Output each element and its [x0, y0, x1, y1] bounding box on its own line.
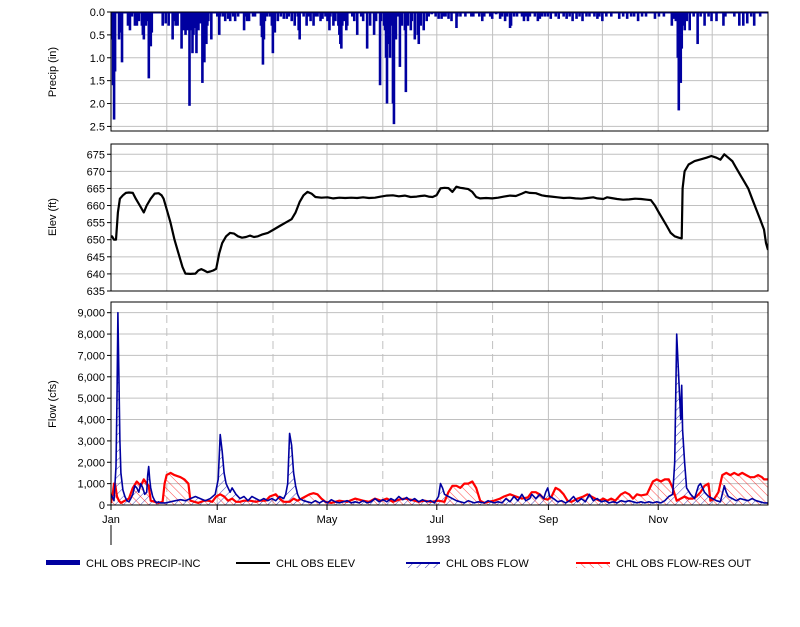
- legend-label: CHL OBS FLOW-RES OUT: [616, 558, 751, 570]
- precip-bar: [161, 12, 165, 26]
- flow-lines: [111, 311, 768, 505]
- x-tick-label: Jul: [430, 514, 444, 526]
- y-tick-label: 8,000: [77, 329, 105, 341]
- flow-y-axis-label: Flow (cfs): [47, 380, 59, 428]
- precip-bar: [293, 12, 297, 26]
- elev-panel: 635 640 645 650 655 660 665 670 675 Elev (ft): [47, 143, 769, 298]
- precip-bar: [346, 12, 349, 26]
- y-tick-label: 2.5: [90, 121, 105, 133]
- precip-grid: [111, 11, 768, 131]
- y-tick-label: 6,000: [77, 372, 105, 384]
- precip-bar: [120, 12, 124, 63]
- legend-label: CHL OBS PRECIP-INC: [86, 558, 201, 570]
- y-tick-label: 0.5: [90, 30, 105, 42]
- elev-lines: [111, 153, 768, 275]
- legend-label: CHL OBS ELEV: [276, 558, 356, 570]
- precip-bar: [150, 12, 154, 33]
- y-tick-label: 7,000: [77, 350, 105, 362]
- precip-y-axis-label: Precip (in): [47, 47, 59, 97]
- y-tick-label: 655: [87, 218, 105, 230]
- x-tick-label: Mar: [208, 514, 227, 526]
- flow-panel: 0 1,000 2,000 3,000 4,000 5,000 6,000 7,000 8,00…: [47, 301, 769, 512]
- precip-bar: [696, 12, 699, 45]
- y-tick-label: 1,000: [77, 479, 105, 491]
- precip-y-ticks: 0.0 0.5 1.0 1.5 2.0 2.5: [90, 7, 111, 133]
- flow-grid: [111, 302, 768, 506]
- y-tick-label: 3,000: [77, 436, 105, 448]
- y-tick-label: 645: [87, 252, 105, 264]
- precip-bar: [745, 12, 749, 24]
- flow-line: [111, 311, 768, 504]
- y-tick-label: 660: [87, 201, 105, 213]
- x-axis: Jan Mar May Jul Sep Nov: [102, 505, 668, 545]
- y-tick-label: 1.5: [90, 76, 105, 88]
- elev-grid: [111, 144, 768, 292]
- y-tick-label: 635: [87, 286, 105, 298]
- flow-y-ticks: 0 1,000 2,000 3,000 4,000 5,000 6,000 7,000 8,00…: [77, 308, 111, 512]
- precip-bar: [365, 12, 369, 49]
- precip-plot-frame: [110, 11, 769, 132]
- precip-bar: [703, 12, 706, 26]
- precip-bar: [298, 12, 301, 40]
- precip-bar: [509, 12, 513, 26]
- y-tick-label: 640: [87, 269, 105, 281]
- flow-plot-frame: [110, 301, 769, 506]
- precip-bar: [176, 12, 179, 26]
- precip-bar: [752, 12, 756, 26]
- elev-plot-frame: [110, 143, 769, 292]
- precip-bar: [368, 12, 372, 26]
- y-tick-label: 1.0: [90, 53, 105, 65]
- y-tick-label: 9,000: [77, 308, 105, 320]
- precip-bar: [688, 12, 691, 31]
- y-tick-label: 650: [87, 235, 105, 247]
- precip-bar: [210, 12, 213, 40]
- x-tick-label: Nov: [648, 514, 668, 526]
- x-tick-label: Sep: [539, 514, 559, 526]
- precip-bar: [413, 12, 417, 40]
- precip-bar: [738, 12, 741, 26]
- precip-bar: [422, 12, 426, 31]
- precip-bar: [406, 12, 410, 26]
- elev-line: [111, 153, 768, 275]
- precip-bar: [167, 12, 170, 26]
- elev-y-axis-label: Elev (ft): [47, 198, 59, 236]
- precip-bar: [164, 12, 167, 24]
- precip-panel: 0.0 0.5 1.0 1.5 2.0 2.5 Precip (in): [47, 7, 769, 133]
- y-tick-label: 0: [99, 500, 105, 512]
- y-tick-label: 670: [87, 166, 105, 178]
- precip-bar: [741, 12, 745, 26]
- flow-line-area: [111, 312, 768, 505]
- elev-y-ticks: 635 640 645 650 655 660 665 670 675: [87, 149, 111, 298]
- legend: CHL OBS PRECIP-INC CHL OBS ELEV CHL OBS FL…: [46, 558, 751, 570]
- x-tick-label: May: [317, 514, 338, 526]
- precip-bar: [113, 12, 117, 72]
- y-tick-label: 0.0: [90, 7, 105, 19]
- precip-bar: [378, 12, 382, 86]
- x-year-label: 1993: [426, 534, 450, 546]
- y-tick-label: 2.0: [90, 99, 105, 111]
- y-tick-label: 675: [87, 149, 105, 161]
- precip-bar: [273, 12, 277, 33]
- x-tick-label: Jan: [102, 514, 120, 526]
- precip-bar: [419, 12, 423, 26]
- precip-bars: [111, 12, 768, 125]
- chart-root: 0.0 0.5 1.0 1.5 2.0 2.5 Precip (in) 635 640 645…: [46, 7, 769, 570]
- legend-swatch: [46, 560, 80, 565]
- y-tick-label: 665: [87, 183, 105, 195]
- precip-bar: [400, 12, 404, 26]
- y-tick-label: 2,000: [77, 457, 105, 469]
- y-tick-label: 5,000: [77, 393, 105, 405]
- legend-label: CHL OBS FLOW: [446, 558, 529, 570]
- precip-bar: [355, 12, 359, 35]
- y-tick-label: 4,000: [77, 415, 105, 427]
